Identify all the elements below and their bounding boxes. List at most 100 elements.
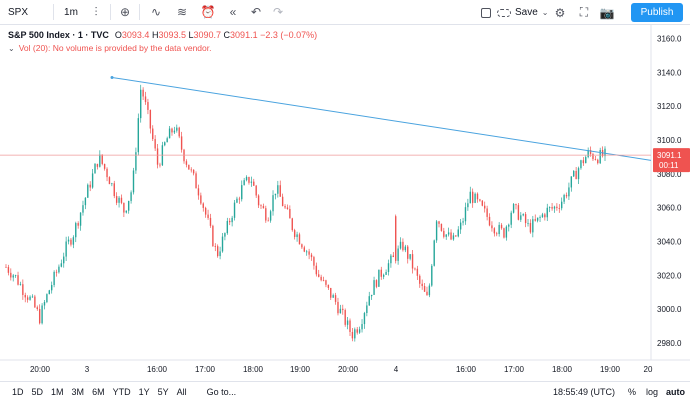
candle-body (43, 302, 46, 306)
bar-style-icon[interactable]: ⫶ (85, 0, 107, 25)
trendline-anchor (110, 75, 114, 79)
candle-body (327, 284, 330, 288)
settings-gear-icon[interactable]: ⚙ (550, 0, 570, 25)
candle-body (387, 263, 390, 273)
candle-body (132, 170, 135, 193)
collapse-chevron-icon[interactable]: ⌄ (8, 44, 15, 53)
candle-body (366, 305, 368, 314)
time-tick-label: 16:00 (456, 365, 477, 374)
candle-body (471, 191, 474, 203)
candle-body (137, 118, 140, 153)
candle-body (308, 251, 310, 255)
candle-body (65, 241, 67, 257)
candle-body (274, 193, 277, 196)
candle-body (423, 286, 426, 292)
camera-snapshot-icon[interactable]: 📷 (597, 0, 617, 25)
range-button-1y[interactable]: 1Y (135, 387, 154, 397)
candle-body (192, 169, 195, 174)
candle-body (127, 200, 130, 211)
candle-body (113, 183, 115, 197)
candle-body (534, 219, 536, 221)
compare-add-icon[interactable]: ⊕ (114, 0, 136, 25)
toolbar-divider (139, 4, 140, 20)
candle-body (60, 263, 63, 267)
range-button-all[interactable]: All (173, 387, 191, 397)
interval-button[interactable]: 1m (57, 0, 85, 25)
candle-body (96, 163, 99, 167)
replay-icon[interactable]: « (221, 0, 245, 25)
candle-body (580, 160, 582, 169)
chevron-down-icon: ⌄ (541, 8, 549, 17)
price-tick-label: 2980.0 (657, 339, 682, 348)
candle-body (72, 237, 75, 245)
candle-body (310, 254, 313, 258)
candle-body (577, 168, 580, 180)
candle-body (265, 208, 267, 221)
log-toggle[interactable]: log (646, 382, 658, 401)
candle-body (315, 265, 318, 275)
time-tick-label: 18:00 (243, 365, 264, 374)
candle-body (450, 232, 452, 240)
candle-body (286, 207, 289, 209)
symbol-search-button[interactable]: SPX (0, 0, 50, 25)
time-tick-label: 20:00 (30, 365, 51, 374)
candle-body (568, 187, 570, 197)
candle-body (395, 216, 397, 261)
undo-icon[interactable]: ↶ (245, 0, 267, 25)
candle-body (476, 193, 479, 200)
candle-body (491, 225, 493, 229)
layout-square-icon[interactable] (476, 0, 496, 25)
candle-body (207, 214, 209, 218)
candle-body (356, 329, 358, 333)
publish-button[interactable]: Publish (631, 3, 683, 22)
candle-body (382, 274, 385, 277)
candle-body (332, 295, 334, 298)
save-button[interactable]: Save ⌄ (497, 0, 549, 25)
candle-body (334, 295, 337, 302)
candle-body (361, 324, 363, 330)
candle-body (190, 169, 192, 171)
range-button-3m[interactable]: 3M (68, 387, 89, 397)
last-price-label: 3091.1 (657, 151, 682, 160)
range-button-5y[interactable]: 5Y (154, 387, 173, 397)
candle-body (200, 195, 202, 204)
candle-body (53, 271, 55, 286)
percent-toggle[interactable]: % (628, 382, 636, 401)
indicators-icon[interactable]: ∿ (143, 0, 169, 25)
candle-body (55, 271, 58, 273)
candle-body (164, 142, 166, 146)
candle-body (296, 234, 298, 237)
range-button-1m[interactable]: 1M (47, 387, 68, 397)
percent-label: % (628, 387, 637, 397)
candle-body (558, 208, 560, 209)
candle-body (58, 266, 60, 273)
candle-body (166, 138, 168, 143)
candle-body (563, 195, 565, 202)
auto-toggle[interactable]: auto (666, 382, 685, 401)
price-chart[interactable]: 3160.03140.03120.03100.03080.03060.03040… (0, 25, 690, 380)
range-button-5d[interactable]: 5D (28, 387, 48, 397)
candle-body (130, 192, 132, 201)
candle-body (337, 301, 339, 314)
fullscreen-icon[interactable]: ⛶ (574, 0, 594, 25)
candle-body (474, 193, 476, 203)
chart-legend: S&P 500 Index · 1 · TVC O3093.4 H3093.5 … (8, 30, 317, 40)
trend-line (111, 76, 652, 161)
range-button-6m[interactable]: 6M (88, 387, 109, 397)
range-button-ytd[interactable]: YTD (109, 387, 135, 397)
candle-body (281, 196, 284, 207)
redo-icon[interactable]: ↷ (267, 0, 289, 25)
candle-body (459, 222, 462, 230)
templates-icon[interactable]: ≋ (169, 0, 195, 25)
candle-body (445, 234, 447, 237)
utc-clock[interactable]: 18:55:49 (UTC) (553, 382, 615, 401)
candle-body (416, 268, 419, 276)
candle-body (363, 313, 366, 325)
time-tick-label: 19:00 (290, 365, 311, 374)
legend-low: 3090.7 (193, 30, 222, 40)
range-button-1d[interactable]: 1D (8, 387, 28, 397)
candle-body (77, 223, 79, 226)
goto-button[interactable]: Go to... (207, 387, 237, 397)
candle-body (339, 308, 342, 314)
alert-clock-icon[interactable]: ⏰ (195, 0, 221, 25)
